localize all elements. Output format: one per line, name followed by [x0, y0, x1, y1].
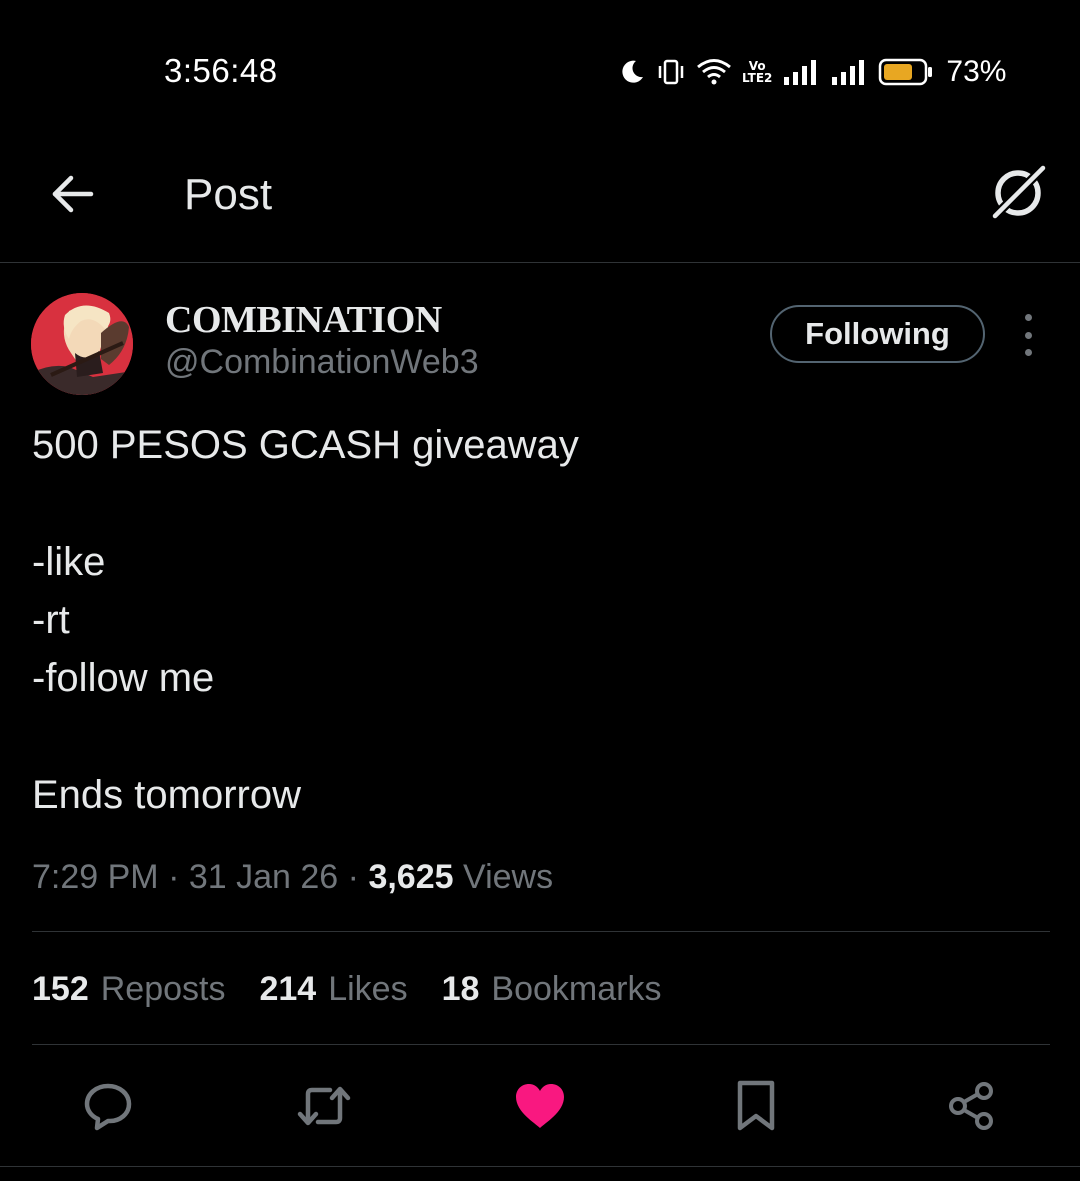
author-handle[interactable]: @CombinationWeb3 [165, 343, 479, 382]
likes-label: Likes [328, 970, 408, 1008]
bookmarks-label: Bookmarks [491, 970, 662, 1008]
like-button[interactable] [512, 1080, 568, 1136]
grok-icon [987, 162, 1049, 229]
back-button[interactable] [44, 168, 100, 224]
divider [0, 1166, 1080, 1167]
signal-icon [830, 57, 868, 87]
more-options-button[interactable] [1010, 314, 1046, 356]
page-title: Post [184, 170, 273, 219]
repost-icon [296, 1080, 352, 1137]
volte-icon: Vo LTE2 [742, 60, 772, 84]
wifi-icon [696, 57, 732, 87]
grok-button[interactable] [985, 162, 1051, 228]
top-app-bar: Post [0, 140, 1080, 263]
divider [32, 931, 1050, 932]
signal-icon [782, 57, 820, 87]
vibrate-icon [656, 57, 686, 87]
bookmarks-stat[interactable]: 18 Bookmarks [442, 970, 662, 1009]
bookmark-icon [733, 1079, 779, 1138]
divider [32, 1044, 1050, 1045]
like-icon [513, 1081, 567, 1136]
share-button[interactable] [944, 1080, 1000, 1136]
post-text-line: Ends tomorrow [32, 773, 301, 817]
status-time: 3:56:48 [164, 52, 278, 89]
post-time[interactable]: 7:29 PM [32, 858, 159, 896]
moon-icon [618, 58, 646, 86]
battery-percent: 73% [946, 55, 1007, 88]
reply-button[interactable] [80, 1080, 136, 1136]
reposts-count: 152 [32, 970, 89, 1008]
meta-separator: · [168, 858, 180, 896]
reply-icon [82, 1080, 134, 1137]
following-button[interactable]: Following [770, 305, 985, 363]
engagement-stats: 152 Reposts 214 Likes 18 Bookmarks [32, 970, 661, 1009]
status-bar: 3:56:48 Vo LTE2 73% [0, 0, 1080, 140]
views-label[interactable]: Views [463, 858, 553, 896]
reposts-label: Reposts [100, 970, 226, 1008]
reposts-stat[interactable]: 152 Reposts [32, 970, 225, 1009]
status-icons: Vo LTE2 73% [618, 52, 1006, 92]
post-meta: 7:29 PM · 31 Jan 26 · 3,625 Views [32, 858, 553, 897]
share-icon [946, 1080, 998, 1137]
post-text-line: -like [32, 540, 106, 584]
likes-count: 214 [259, 970, 317, 1008]
author-display-name[interactable]: COMBINATION [165, 298, 442, 342]
more-dot [1024, 331, 1032, 339]
bookmarks-count: 18 [441, 970, 480, 1008]
more-dot [1024, 314, 1032, 321]
avatar[interactable] [31, 293, 133, 395]
battery-icon [878, 57, 934, 87]
more-dot [1024, 349, 1032, 356]
post-text-line: -rt [32, 598, 70, 642]
likes-stat[interactable]: 214 Likes [259, 970, 407, 1009]
post-date[interactable]: 31 Jan 26 [189, 858, 338, 896]
bookmark-button[interactable] [728, 1080, 784, 1136]
post-text-line: -follow me [32, 656, 215, 700]
repost-button[interactable] [296, 1080, 352, 1136]
arrow-left-icon [49, 171, 95, 222]
meta-separator: · [347, 858, 359, 896]
post-text-line: 500 PESOS GCASH giveaway [32, 423, 579, 467]
views-count[interactable]: 3,625 [368, 858, 453, 896]
volte-bottom-label: LTE2 [742, 71, 773, 85]
